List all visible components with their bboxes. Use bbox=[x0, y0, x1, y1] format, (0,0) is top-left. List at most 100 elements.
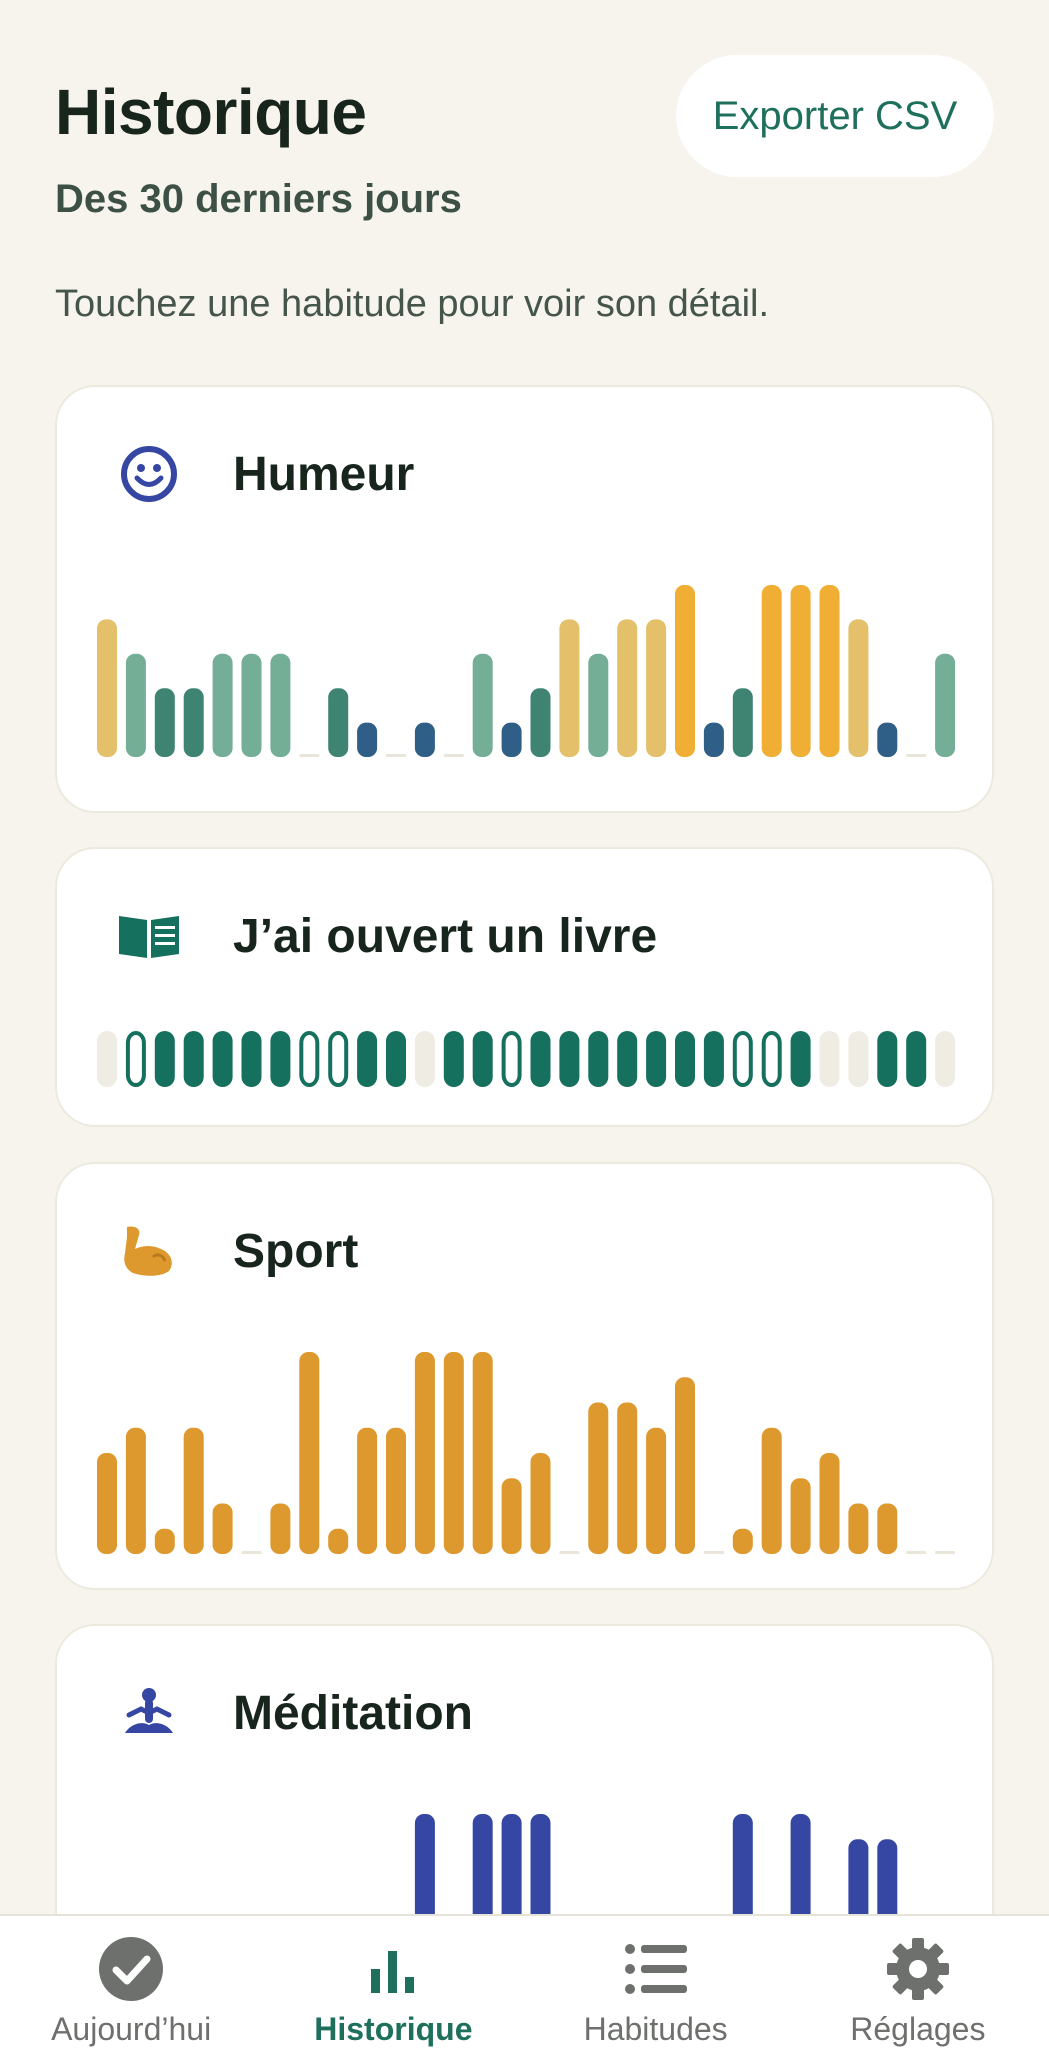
day-cell-outline[interactable] bbox=[328, 1031, 349, 1087]
day-cell-done[interactable] bbox=[790, 1031, 811, 1087]
day-bar[interactable] bbox=[183, 1427, 204, 1554]
day-bar[interactable] bbox=[501, 722, 522, 757]
day-bar[interactable] bbox=[328, 1528, 349, 1554]
day-bar[interactable] bbox=[212, 653, 233, 757]
day-bar[interactable] bbox=[97, 619, 117, 757]
day-bar[interactable] bbox=[154, 1528, 175, 1554]
habit-card-mood[interactable]: Humeur bbox=[55, 385, 994, 813]
day-cell-outline[interactable] bbox=[125, 1031, 146, 1087]
day-cell-done[interactable] bbox=[183, 1031, 204, 1087]
day-cell-done[interactable] bbox=[530, 1031, 551, 1087]
day-bar[interactable] bbox=[588, 653, 609, 757]
book-chart bbox=[93, 1029, 956, 1089]
day-bar[interactable] bbox=[675, 1377, 695, 1554]
nav-item-today[interactable]: Aujourd’hui bbox=[0, 1916, 262, 2048]
day-cell-empty[interactable] bbox=[97, 1031, 117, 1087]
day-bar[interactable] bbox=[848, 619, 869, 757]
day-bar[interactable] bbox=[414, 1352, 435, 1554]
day-cell-outline[interactable] bbox=[299, 1031, 320, 1087]
nav-label: Habitudes bbox=[583, 2011, 728, 2047]
day-bar[interactable] bbox=[819, 585, 840, 757]
day-bar[interactable] bbox=[414, 722, 435, 757]
day-cell-done[interactable] bbox=[588, 1031, 609, 1087]
day-bar[interactable] bbox=[617, 1402, 638, 1555]
day-bar[interactable] bbox=[790, 1478, 811, 1554]
day-cell-empty[interactable] bbox=[819, 1031, 840, 1087]
day-bar[interactable] bbox=[877, 722, 898, 757]
day-bar[interactable] bbox=[646, 619, 667, 757]
day-bar[interactable] bbox=[328, 688, 349, 757]
day-cell-done[interactable] bbox=[675, 1031, 695, 1087]
hint-text: Touchez une habitude pour voir son détai… bbox=[55, 283, 770, 325]
day-bar[interactable] bbox=[357, 722, 378, 757]
day-cell-outline[interactable] bbox=[501, 1031, 522, 1087]
day-bar[interactable] bbox=[530, 1453, 551, 1554]
day-bar[interactable] bbox=[154, 688, 175, 757]
day-bar[interactable] bbox=[732, 688, 753, 757]
nav-item-habits[interactable]: Habitudes bbox=[525, 1916, 787, 2048]
habit-title: Méditation bbox=[233, 1686, 473, 1740]
day-bar[interactable] bbox=[270, 653, 291, 757]
day-bar[interactable] bbox=[472, 653, 493, 757]
nav-label: Réglages bbox=[850, 2011, 986, 2047]
day-cell-done[interactable] bbox=[241, 1031, 262, 1087]
day-bar[interactable] bbox=[530, 688, 551, 757]
day-cell-empty[interactable] bbox=[935, 1031, 956, 1087]
day-cell-done[interactable] bbox=[906, 1031, 927, 1087]
day-bar[interactable] bbox=[299, 1352, 320, 1554]
day-bar[interactable] bbox=[617, 619, 638, 757]
day-cell-done[interactable] bbox=[443, 1031, 464, 1087]
day-bar[interactable] bbox=[935, 653, 956, 757]
day-bar[interactable] bbox=[472, 1352, 493, 1554]
day-bar[interactable] bbox=[183, 688, 204, 757]
day-bar[interactable] bbox=[877, 1503, 898, 1555]
day-bar[interactable] bbox=[732, 1528, 753, 1554]
day-bar[interactable] bbox=[241, 653, 262, 757]
day-bar[interactable] bbox=[761, 585, 782, 757]
day-cell-done[interactable] bbox=[212, 1031, 233, 1087]
day-cell-done[interactable] bbox=[877, 1031, 898, 1087]
day-cell-done[interactable] bbox=[646, 1031, 667, 1087]
day-cell-done[interactable] bbox=[154, 1031, 175, 1087]
book-day-strip bbox=[97, 1031, 956, 1087]
day-cell-done[interactable] bbox=[386, 1031, 406, 1087]
day-cell-empty[interactable] bbox=[414, 1031, 435, 1087]
day-bar[interactable] bbox=[703, 722, 724, 757]
day-bar-empty bbox=[906, 754, 927, 757]
habit-card-book[interactable]: J’ai ouvert un livre bbox=[55, 847, 994, 1127]
day-cell-empty[interactable] bbox=[848, 1031, 869, 1087]
day-bar[interactable] bbox=[559, 619, 580, 757]
day-bar[interactable] bbox=[819, 1453, 840, 1554]
day-bar[interactable] bbox=[790, 585, 811, 757]
day-cell-outline[interactable] bbox=[732, 1031, 753, 1087]
list-icon bbox=[621, 1934, 691, 2003]
gear-icon bbox=[883, 1934, 953, 2003]
day-cell-done[interactable] bbox=[617, 1031, 638, 1087]
nav-item-settings[interactable]: Réglages bbox=[787, 1916, 1049, 2048]
day-bar[interactable] bbox=[212, 1503, 233, 1555]
day-bar[interactable] bbox=[270, 1503, 291, 1555]
day-bar[interactable] bbox=[675, 585, 695, 757]
day-bar[interactable] bbox=[761, 1427, 782, 1554]
day-bar[interactable] bbox=[848, 1503, 869, 1555]
day-bar[interactable] bbox=[588, 1402, 609, 1555]
day-bar[interactable] bbox=[125, 1427, 146, 1554]
day-cell-done[interactable] bbox=[270, 1031, 291, 1087]
export-csv-button[interactable]: Exporter CSV bbox=[676, 55, 994, 177]
day-cell-done[interactable] bbox=[472, 1031, 493, 1087]
day-bar[interactable] bbox=[386, 1427, 406, 1554]
habit-title: Humeur bbox=[233, 447, 415, 501]
day-cell-done[interactable] bbox=[559, 1031, 580, 1087]
day-cell-done[interactable] bbox=[357, 1031, 378, 1087]
day-cell-outline[interactable] bbox=[761, 1031, 782, 1087]
day-cell-done[interactable] bbox=[703, 1031, 724, 1087]
day-bar[interactable] bbox=[443, 1352, 464, 1554]
nav-item-history[interactable]: Historique bbox=[262, 1916, 524, 2048]
day-bar-empty bbox=[906, 1551, 927, 1554]
day-bar[interactable] bbox=[97, 1453, 117, 1554]
day-bar[interactable] bbox=[501, 1478, 522, 1554]
day-bar[interactable] bbox=[646, 1427, 667, 1554]
day-bar[interactable] bbox=[357, 1427, 378, 1554]
habit-card-sport[interactable]: Sport bbox=[55, 1162, 994, 1590]
day-bar[interactable] bbox=[125, 653, 146, 757]
